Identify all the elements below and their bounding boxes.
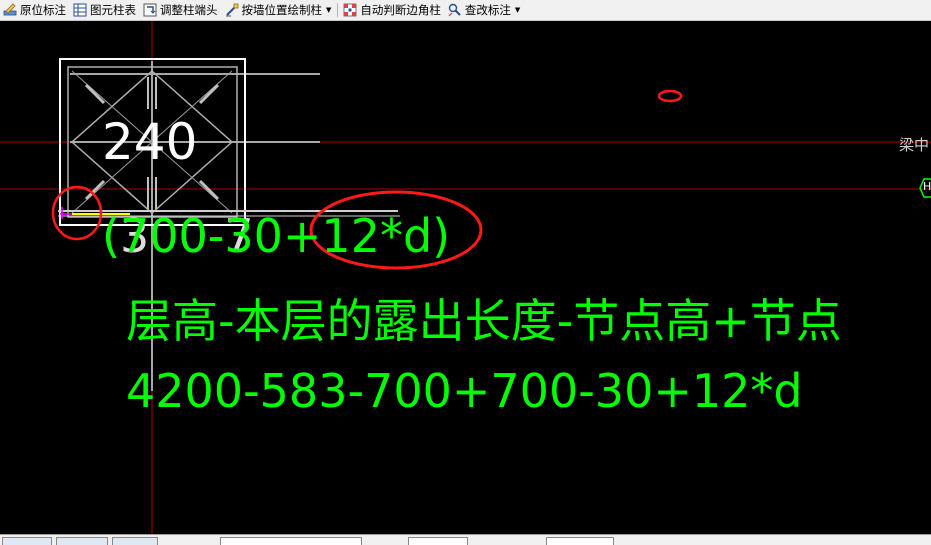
column-toolbar: 原位标注 图元柱表 调整柱端头 按墙位置绘制柱 ▼ 自动判断边角柱 查改标注 ▼ xyxy=(0,0,931,21)
hook-mark xyxy=(198,179,220,201)
hook-mark xyxy=(198,83,220,105)
chevron-down-icon[interactable]: ▼ xyxy=(515,6,520,14)
auto-corner-column-button[interactable]: 自动判断边角柱 xyxy=(340,1,445,19)
element-column-table-label: 图元柱表 xyxy=(90,3,136,17)
drawing-canvas[interactable]: 240 (300-7 (700-30+12*d) 层高-本层的露出长度-节点高+… xyxy=(0,21,931,534)
chevron-down-icon[interactable]: ▼ xyxy=(326,6,331,14)
check-edit-annotation-label: 查改标注 xyxy=(464,3,511,17)
cad-drawing xyxy=(0,21,931,534)
axis-marker-label: H xyxy=(923,180,931,193)
draw-column-by-wall-label: 按墙位置绘制柱 xyxy=(241,3,323,17)
annotation-small-ellipse xyxy=(657,89,683,103)
table-grid-icon xyxy=(73,3,87,17)
adjust-column-end-label: 调整柱端头 xyxy=(160,3,218,17)
toolbar-separator xyxy=(337,3,339,17)
element-column-table-button[interactable]: 图元柱表 xyxy=(70,1,140,19)
column-size-label: 240 xyxy=(102,113,198,171)
anchor-length-formula: (700-30+12*d) xyxy=(102,209,451,263)
status-bar xyxy=(0,534,931,545)
check-edit-annotation-button[interactable]: 查改标注 ▼ xyxy=(445,1,524,19)
adjust-column-end-button[interactable]: 调整柱端头 xyxy=(140,1,222,19)
pencil-ruler-icon xyxy=(3,3,17,17)
wall-column-icon xyxy=(225,3,239,17)
in-place-annotation-button[interactable]: 原位标注 xyxy=(0,1,70,19)
formula-values: 4200-583-700+700-30+12*d xyxy=(126,364,803,418)
adjust-column-icon xyxy=(143,3,157,17)
draw-column-by-wall-button[interactable]: 按墙位置绘制柱 ▼ xyxy=(222,1,336,19)
edit-annotation-icon xyxy=(448,3,462,17)
corner-column-icon xyxy=(343,3,357,17)
formula-description: 层高-本层的露出长度-节点高+节点 xyxy=(126,294,842,348)
hook-mark xyxy=(84,83,106,105)
in-place-annotation-label: 原位标注 xyxy=(20,3,66,17)
beam-label: 梁中 xyxy=(899,136,930,154)
auto-corner-column-label: 自动判断边角柱 xyxy=(360,3,441,17)
